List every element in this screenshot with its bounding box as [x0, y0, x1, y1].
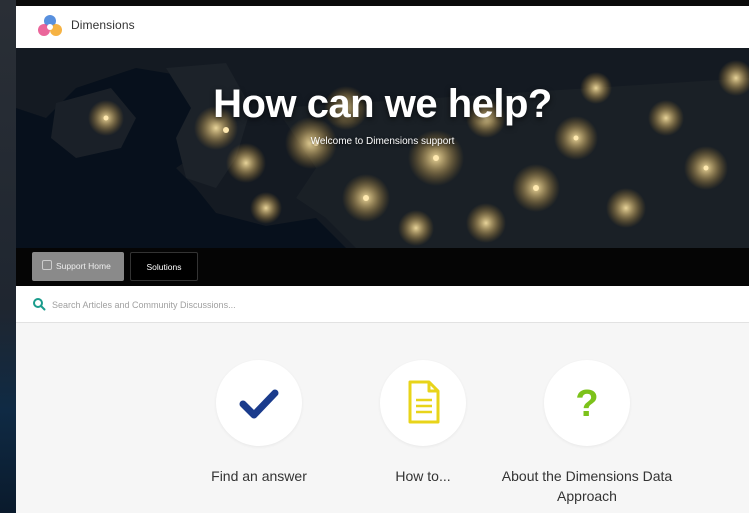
data-approach-circle[interactable]: ? [544, 360, 630, 446]
hero-subtitle: Welcome to Dimensions support [310, 136, 455, 147]
card-how-to[interactable]: How to... [333, 360, 513, 486]
document-icon [408, 380, 440, 424]
dimensions-logo-icon[interactable] [36, 13, 64, 41]
tab-solutions[interactable]: Solutions [130, 252, 198, 281]
site-header: Dimensions [16, 6, 749, 48]
support-tabs: Support Home Solutions [16, 248, 749, 286]
tab-support-home-label: Support Home [56, 261, 111, 271]
search-bar [16, 286, 749, 323]
support-page: Dimensions How can we help? Welcome to D… [16, 6, 749, 513]
night-map-image [16, 48, 749, 248]
find-answer-circle[interactable] [216, 360, 302, 446]
brand-name[interactable]: Dimensions [71, 18, 135, 32]
svg-text:?: ? [575, 383, 598, 425]
tab-support-home[interactable]: Support Home [32, 252, 124, 281]
card-label[interactable]: How to... [333, 466, 513, 486]
question-mark-icon: ? [575, 383, 598, 425]
card-find-answer[interactable]: Find an answer [169, 360, 349, 486]
card-label[interactable]: Find an answer [169, 466, 349, 486]
checkmark-icon [239, 389, 279, 419]
search-input[interactable] [50, 293, 734, 317]
card-data-approach[interactable]: ? About the Dimensions Data Approach [497, 360, 677, 506]
hero-title: How can we help? [213, 82, 552, 126]
home-icon [42, 260, 52, 270]
hero-banner: How can we help? Welcome to Dimensions s… [16, 48, 749, 248]
tab-solutions-label: Solutions [146, 262, 182, 272]
search-icon[interactable] [32, 297, 46, 311]
how-to-circle[interactable] [380, 360, 466, 446]
card-label[interactable]: About the Dimensions Data Approach [497, 466, 677, 506]
backdrop-left [0, 0, 16, 513]
